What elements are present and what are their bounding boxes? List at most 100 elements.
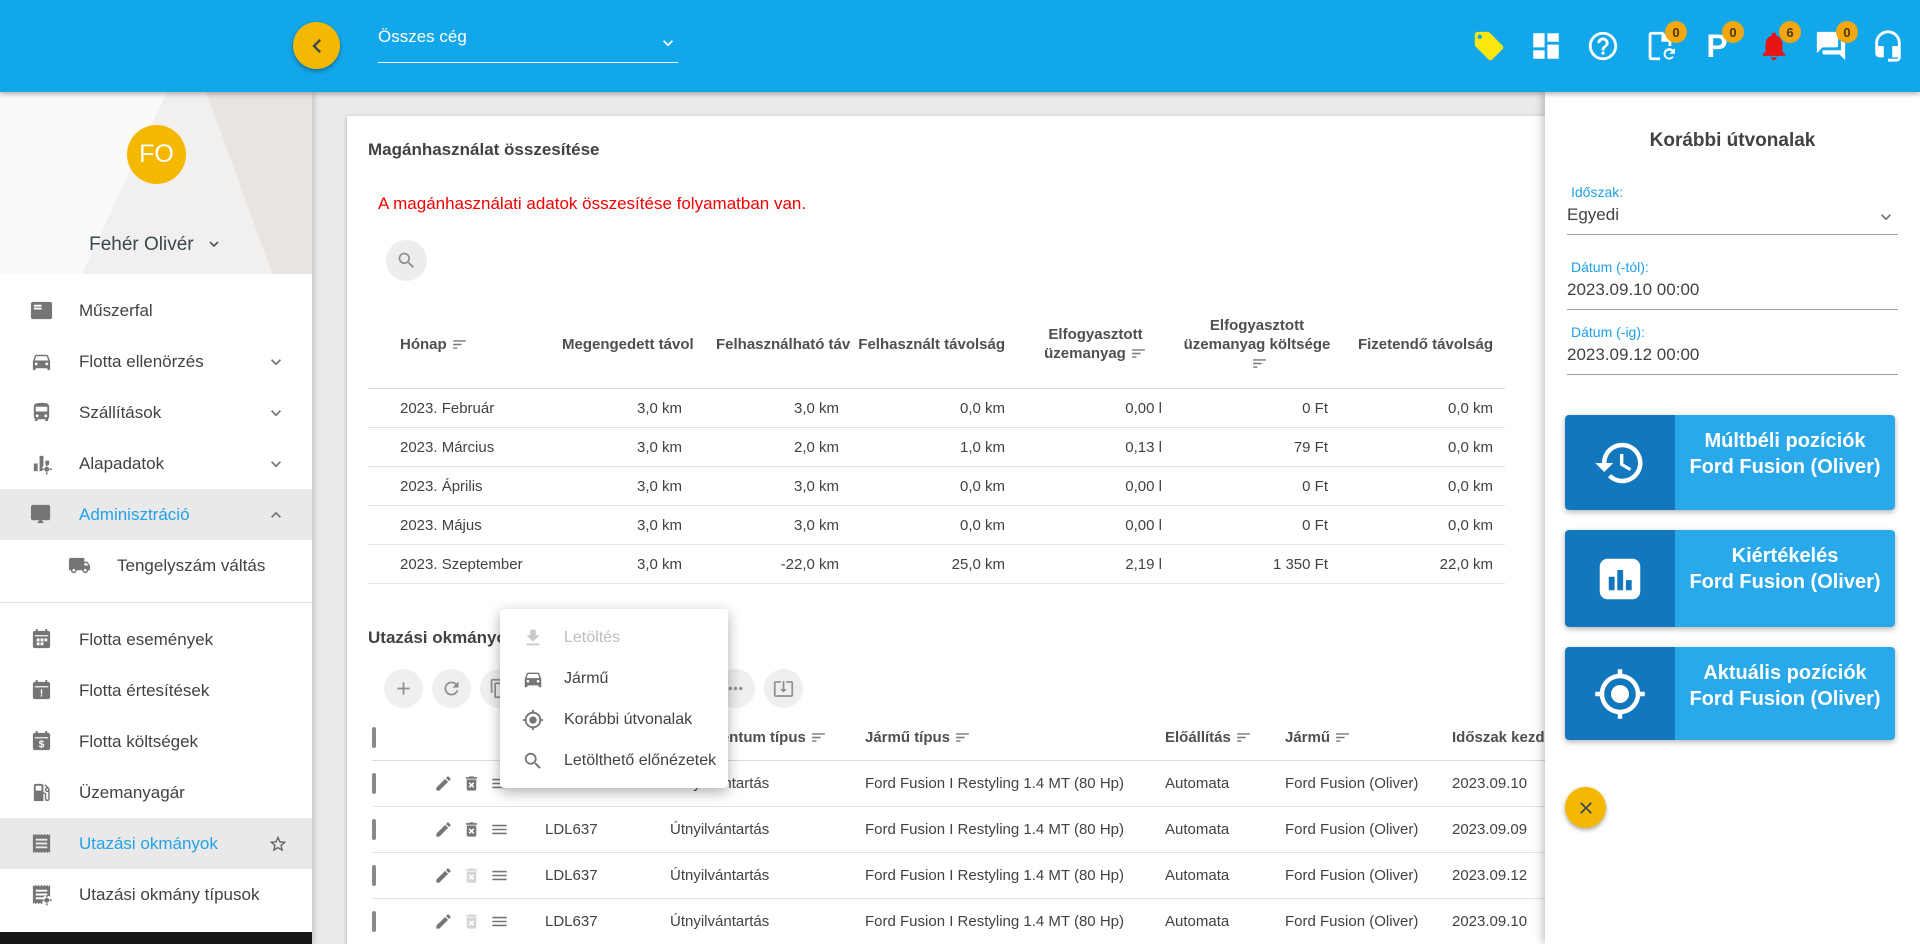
sidebar-item-fleet-costs[interactable]: $ Flotta költségek <box>0 716 312 767</box>
column-header-usable-distance[interactable]: Felhasználható távo <box>694 336 851 353</box>
document-sync-button[interactable]: 0 <box>1642 21 1687 64</box>
parking-button[interactable]: P 0 <box>1699 21 1744 64</box>
current-positions-button[interactable]: Aktuális pozíciók Ford Fusion (Oliver) <box>1565 647 1895 740</box>
row-menu-icon[interactable] <box>490 866 509 885</box>
column-header-vehicle-type[interactable]: Jármű típus <box>865 729 1165 746</box>
plus-icon <box>393 678 414 699</box>
menu-item-previous-routes[interactable]: Korábbi útvonalak <box>500 699 728 740</box>
sidebar-item-axle-change[interactable]: Tengelyszám váltás <box>0 540 312 591</box>
chart-gear-icon <box>33 455 52 475</box>
sidebar-item-fleet-notifications[interactable]: ! Flotta értesítések <box>0 665 312 716</box>
edit-icon[interactable] <box>434 774 453 793</box>
delete-icon[interactable] <box>462 820 481 839</box>
table-row[interactable]: 2023. Február 3,0 km 3,0 km 0,0 km 0,00 l0 F… <box>368 389 1505 428</box>
summary-table-header: Hónap Megengedett távols Felhasználható … <box>368 300 1505 389</box>
document-sync-badge: 0 <box>1665 21 1687 43</box>
apps-button[interactable] <box>1528 28 1564 64</box>
sidebar-item-fleet-events[interactable]: Flotta események <box>0 614 312 665</box>
sidebar-item-dashboard[interactable]: Műszerfal <box>0 285 312 336</box>
gps-target-icon <box>1593 667 1647 721</box>
sidebar-item-fuel-price[interactable]: Üzemanyagár <box>0 767 312 818</box>
row-checkbox[interactable] <box>372 773 376 794</box>
sidebar-item-administration[interactable]: Adminisztráció <box>0 489 312 540</box>
sidebar-item-label: Flotta költségek <box>79 731 199 751</box>
bus-icon <box>30 401 53 424</box>
sidebar-item-transports[interactable]: Szállítások <box>0 387 312 438</box>
column-header-vehicle[interactable]: Jármű <box>1285 729 1452 746</box>
column-header-payable-distance[interactable]: Fizetendő távolság <box>1340 336 1505 353</box>
profile-section: FO Fehér Olivér <box>0 92 312 274</box>
app-window: Összes cég 0 P 0 6 0 FO Fehér Olivér Műs… <box>0 0 1920 944</box>
sidebar-item-travel-document-types[interactable]: Utazási okmány típusok <box>0 869 312 920</box>
history-icon <box>1593 436 1647 490</box>
column-header-used-distance[interactable]: Felhasznált távolság <box>851 336 1017 353</box>
delete-icon[interactable] <box>462 774 481 793</box>
svg-text:!: ! <box>40 688 44 700</box>
evaluation-button[interactable]: Kiértékelés Ford Fusion (Oliver) <box>1565 530 1895 627</box>
edit-icon[interactable] <box>434 866 453 885</box>
notifications-button[interactable]: 6 <box>1756 21 1801 64</box>
date-to-label: Dátum (-ig): <box>1571 324 1645 340</box>
topbar-icons: 0 P 0 6 0 <box>1471 0 1906 92</box>
menu-item-downloadable-previews[interactable]: Letölthető előnézetek <box>500 740 728 781</box>
summary-search-button[interactable] <box>386 240 427 281</box>
table-row[interactable]: 2023. Szeptember 3,0 km -22,0 km 25,0 km 2,1… <box>368 545 1505 584</box>
menu-item-download: Letöltés <box>500 617 728 658</box>
menu-item-vehicle[interactable]: Jármű <box>500 658 728 699</box>
documents-section-title: Utazási okmányok <box>368 628 517 647</box>
button-subtitle: Ford Fusion (Oliver) <box>1689 571 1881 593</box>
sidebar-item-base-data[interactable]: Alapadatok <box>0 438 312 489</box>
row-menu-icon[interactable] <box>490 820 509 839</box>
add-button[interactable] <box>384 669 423 708</box>
table-row[interactable]: 2023. Április 3,0 km 3,0 km 0,0 km 0,00 l0 F… <box>368 467 1505 506</box>
refresh-icon <box>441 678 462 699</box>
tag-button[interactable] <box>1471 28 1507 64</box>
period-label: Időszak: <box>1571 184 1624 200</box>
calendar-alert-icon: ! <box>30 679 53 700</box>
past-positions-button[interactable]: Múltbéli pozíciók Ford Fusion (Oliver) <box>1565 415 1895 510</box>
close-icon <box>1576 798 1596 818</box>
user-menu[interactable]: Fehér Olivér <box>0 234 312 256</box>
chevron-down-icon <box>658 33 678 53</box>
row-checkbox[interactable] <box>372 911 376 932</box>
column-header-allowed-distance[interactable]: Megengedett távols <box>540 336 694 353</box>
star-icon[interactable] <box>268 834 288 854</box>
column-header-production[interactable]: Előállítás <box>1165 729 1285 746</box>
sidebar-bottom-strip <box>0 932 312 944</box>
sort-icon <box>1334 729 1351 746</box>
sidebar-item-travel-documents[interactable]: Utazási okmányok <box>0 818 312 869</box>
row-menu-icon[interactable] <box>490 912 509 931</box>
help-button[interactable] <box>1585 28 1621 64</box>
refresh-button[interactable] <box>432 669 471 708</box>
avatar[interactable]: FO <box>127 125 186 184</box>
column-header-fuel-cost[interactable]: Elfogyasztott üzemanyag költsége <box>1174 316 1340 373</box>
messages-button[interactable]: 0 <box>1813 21 1858 64</box>
row-checkbox[interactable] <box>372 819 376 840</box>
column-header-month[interactable]: Hónap <box>368 336 540 353</box>
column-header-fuel-consumed[interactable]: Elfogyasztott üzemanyag <box>1017 325 1174 363</box>
table-row[interactable]: 2023. Május 3,0 km 3,0 km 0,0 km 0,00 l0 Ft 0… <box>368 506 1505 545</box>
date-to-input[interactable]: 2023.09.12 00:00 <box>1567 345 1898 375</box>
close-panel-button[interactable] <box>1565 787 1606 828</box>
sidebar-divider <box>0 602 312 603</box>
table-row[interactable]: 2023. Március 3,0 km 2,0 km 1,0 km 0,13 l 79 … <box>368 428 1505 467</box>
sidebar-item-label: Alapadatok <box>79 453 165 473</box>
sidebar-item-label: Flotta események <box>79 629 214 649</box>
support-button[interactable] <box>1870 28 1906 64</box>
export-button[interactable] <box>764 669 803 708</box>
company-select[interactable]: Összes cég <box>378 27 678 63</box>
edit-icon[interactable] <box>434 912 453 931</box>
sort-icon <box>1130 345 1147 362</box>
select-all-checkbox[interactable] <box>372 726 376 748</box>
messages-badge: 0 <box>1836 21 1858 43</box>
top-bar: Összes cég 0 P 0 6 0 <box>0 0 1920 92</box>
sidebar-item-fleet-check[interactable]: Flotta ellenörzés <box>0 336 312 387</box>
edit-icon[interactable] <box>434 820 453 839</box>
search-icon <box>522 750 544 772</box>
period-select[interactable]: Egyedi <box>1567 205 1898 235</box>
row-context-menu: Letöltés Jármű Korábbi útvonalak Letölth… <box>500 609 728 788</box>
row-checkbox[interactable] <box>372 865 376 886</box>
apps-grid-icon <box>1529 29 1563 63</box>
collapse-sidebar-button[interactable] <box>293 22 340 69</box>
date-from-input[interactable]: 2023.09.10 00:00 <box>1567 280 1898 310</box>
